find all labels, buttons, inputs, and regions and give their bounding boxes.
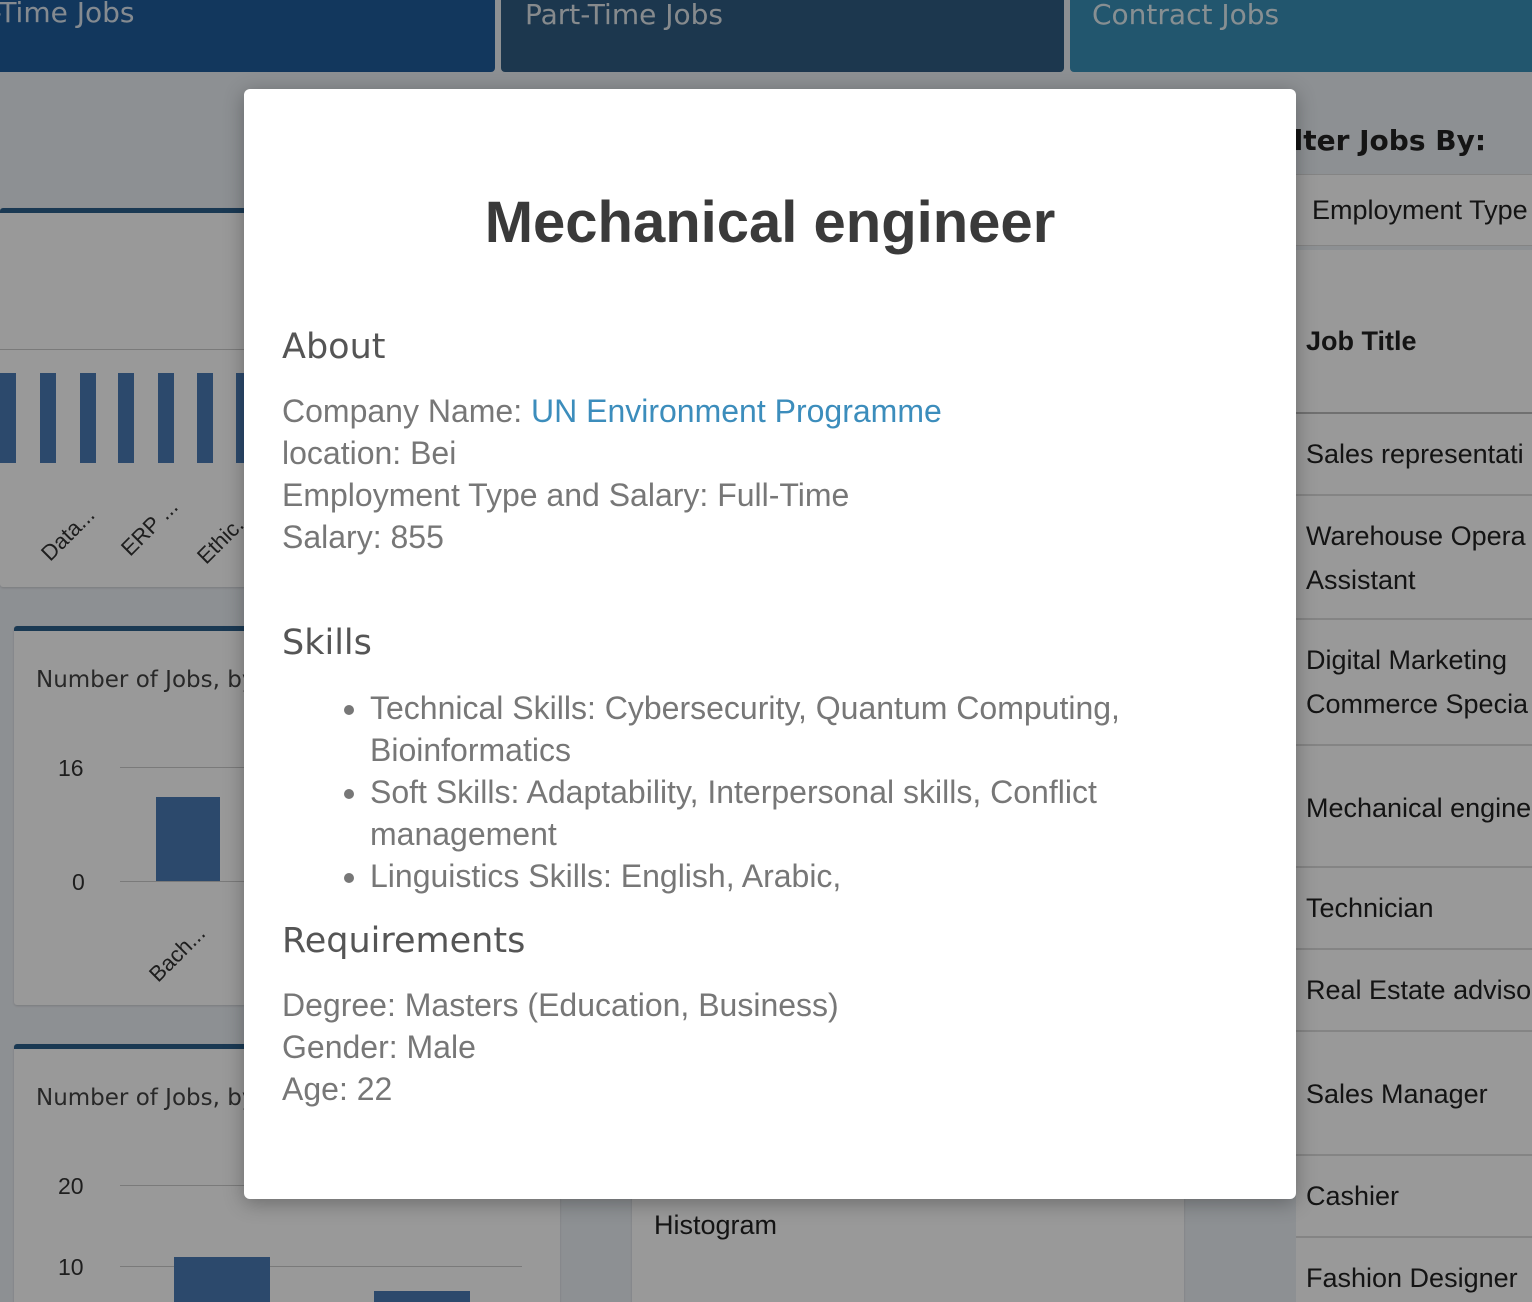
requirements-heading: Requirements: [282, 921, 526, 961]
modal-title: Mechanical engineer: [484, 190, 1056, 255]
list-item: Soft Skills: Adaptability, Interpersonal…: [370, 771, 1200, 855]
about-heading: About: [282, 327, 386, 367]
age-text: Age: 22: [282, 1071, 393, 1107]
salary-text: Salary: 855: [282, 519, 444, 555]
company-label: Company Name:: [282, 393, 531, 429]
company-link[interactable]: UN Environment Programme: [531, 393, 942, 429]
degree-text: Degree: Masters (Education, Business): [282, 987, 839, 1023]
gender-text: Gender: Male: [282, 1029, 476, 1065]
dashboard-page: l-Time Jobs Part-Time Jobs Contract Jobs…: [0, 0, 1532, 1302]
list-item: Technical Skills: Cybersecurity, Quantum…: [370, 687, 1200, 771]
company-line: Company Name: UN Environment Programme: [282, 393, 942, 430]
location-text: location: Bei: [282, 435, 457, 471]
employment-text: Employment Type and Salary: Full-Time: [282, 477, 850, 513]
list-item: Linguistics Skills: English, Arabic,: [370, 855, 1200, 897]
skills-heading: Skills: [282, 623, 372, 663]
skills-list: Technical Skills: Cybersecurity, Quantum…: [332, 687, 1200, 897]
job-detail-modal: Mechanical engineer About Company Name: …: [244, 89, 1296, 1199]
